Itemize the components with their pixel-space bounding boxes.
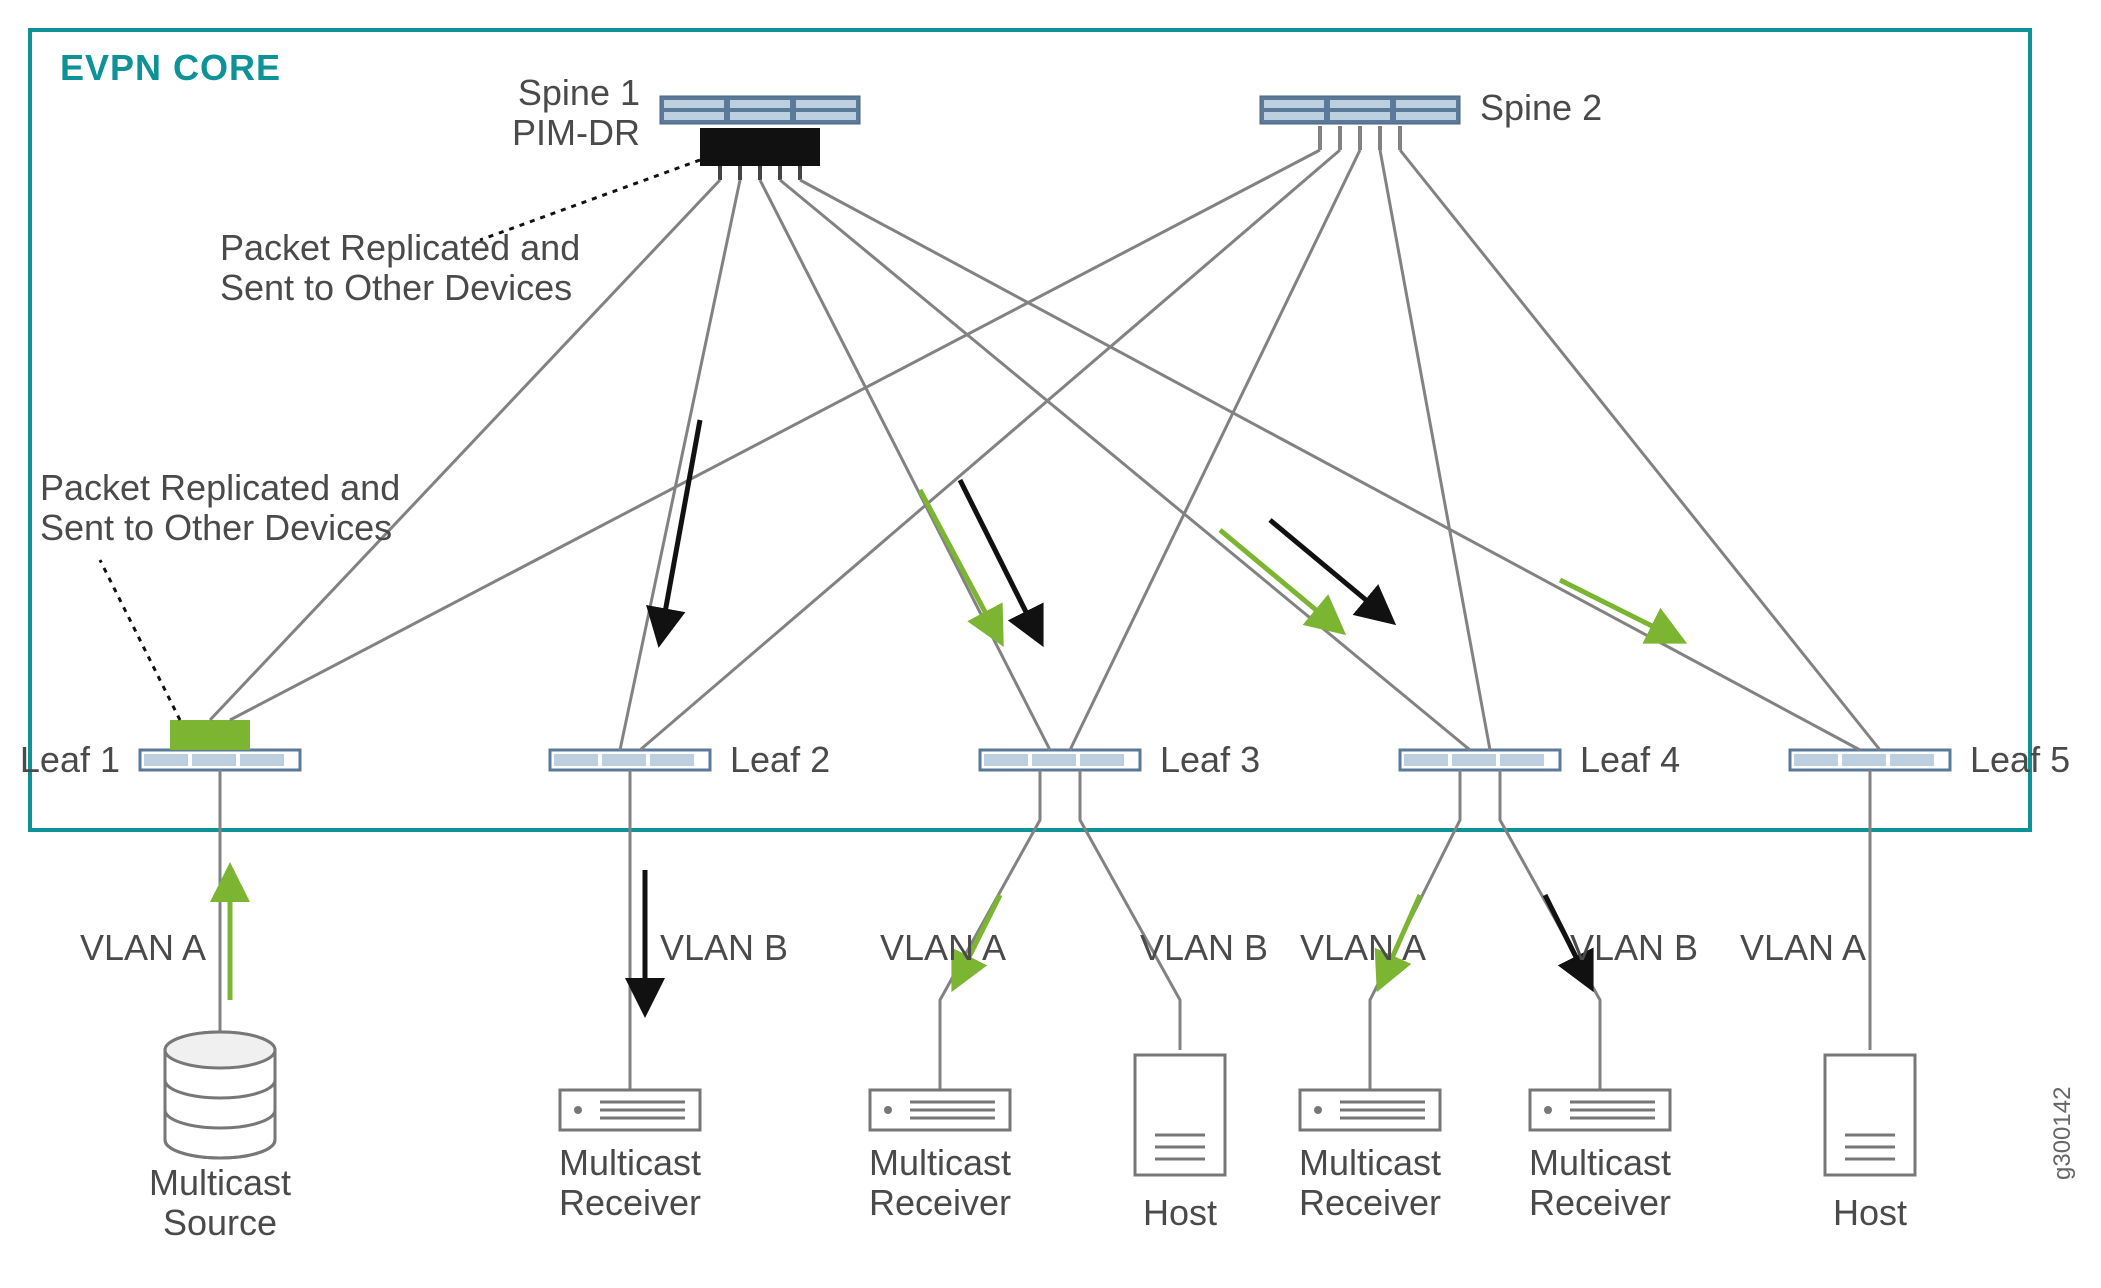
- leaf3-receiver-icon: [870, 1090, 1010, 1130]
- leaf-3-label: Leaf 3: [1160, 739, 1260, 780]
- leaf-1: Leaf 1: [20, 720, 300, 780]
- leaf2-vlan: VLAN B: [660, 927, 788, 968]
- black-arrows: [660, 420, 1390, 640]
- spine-1-sub: PIM-DR: [512, 112, 640, 153]
- leaf-2: Leaf 2: [550, 739, 830, 780]
- leaf5-host-icon: [1825, 1055, 1915, 1175]
- svg-text:Receiver: Receiver: [1299, 1182, 1441, 1223]
- spine-2-label: Spine 2: [1480, 87, 1602, 128]
- svg-text:Multicast: Multicast: [559, 1142, 701, 1183]
- leaf1-callout-text-1: Packet Replicated and: [40, 467, 400, 508]
- leaf-2-label: Leaf 2: [730, 739, 830, 780]
- leaf1-downlink: VLAN A Multicast Source: [80, 770, 291, 1243]
- leaf2-downlink: VLAN B Multicast Receiver: [559, 770, 788, 1223]
- leaf1-callout-line: [100, 560, 180, 720]
- leaf-4: Leaf 4: [1400, 739, 1680, 780]
- leaf3-downlinks: VLAN A Multicast Receiver VLAN B Host: [869, 770, 1268, 1233]
- svg-text:Receiver: Receiver: [559, 1182, 701, 1223]
- leaf4-receiverA-icon: [1300, 1090, 1440, 1130]
- leaf2-receiver-icon: [560, 1090, 700, 1130]
- leaf-5: Leaf 5: [1790, 739, 2070, 780]
- svg-text:Receiver: Receiver: [869, 1182, 1011, 1223]
- source-label-1: Multicast: [149, 1162, 291, 1203]
- spine-1-replicator-icon: [700, 128, 820, 166]
- leaf3-host-icon: [1135, 1055, 1225, 1175]
- spine-2: Spine 2: [1260, 87, 1602, 150]
- leaf-1-label: Leaf 1: [20, 739, 120, 780]
- leaf5-downlink: VLAN A Host: [1740, 770, 1915, 1233]
- svg-text:Receiver: Receiver: [1529, 1182, 1671, 1223]
- source-label-2: Source: [163, 1202, 277, 1243]
- leaf-5-label: Leaf 5: [1970, 739, 2070, 780]
- svg-text:Multicast: Multicast: [1529, 1142, 1671, 1183]
- leaf-1-replicator-icon: [170, 720, 250, 750]
- svg-text:Multicast: Multicast: [1299, 1142, 1441, 1183]
- multicast-source-icon: [165, 1032, 275, 1158]
- leaf1-vlan: VLAN A: [80, 927, 206, 968]
- leaf3-vlanA: VLAN A: [880, 927, 1006, 968]
- green-arrows: [920, 490, 1680, 640]
- leaf4-vlanA: VLAN A: [1300, 927, 1426, 968]
- evpn-core-title: EVPN CORE: [60, 47, 281, 88]
- network-diagram: EVPN CORE Spine 1 PIM-DR Spine 2 Leaf 1: [0, 0, 2101, 1288]
- spine1-callout-text-1: Packet Replicated and: [220, 227, 580, 268]
- spine-1-label: Spine 1: [518, 72, 640, 113]
- svg-text:Multicast: Multicast: [869, 1142, 1011, 1183]
- spine1-callout-text-2: Sent to Other Devices: [220, 267, 572, 308]
- leaf4-vlanB: VLAN B: [1570, 927, 1698, 968]
- leaf4-receiverB-icon: [1530, 1090, 1670, 1130]
- leaf5-host-label: Host: [1833, 1192, 1907, 1233]
- leaf3-vlanB: VLAN B: [1140, 927, 1268, 968]
- leaf-3: Leaf 3: [980, 739, 1260, 780]
- leaf5-vlan: VLAN A: [1740, 927, 1866, 968]
- leaf-4-label: Leaf 4: [1580, 739, 1680, 780]
- image-id: g300142: [2049, 1087, 2076, 1180]
- leaf1-callout-text-2: Sent to Other Devices: [40, 507, 392, 548]
- leaf4-downlinks: VLAN A Multicast Receiver VLAN B Multica…: [1299, 770, 1698, 1223]
- leaf3-host-label: Host: [1143, 1192, 1217, 1233]
